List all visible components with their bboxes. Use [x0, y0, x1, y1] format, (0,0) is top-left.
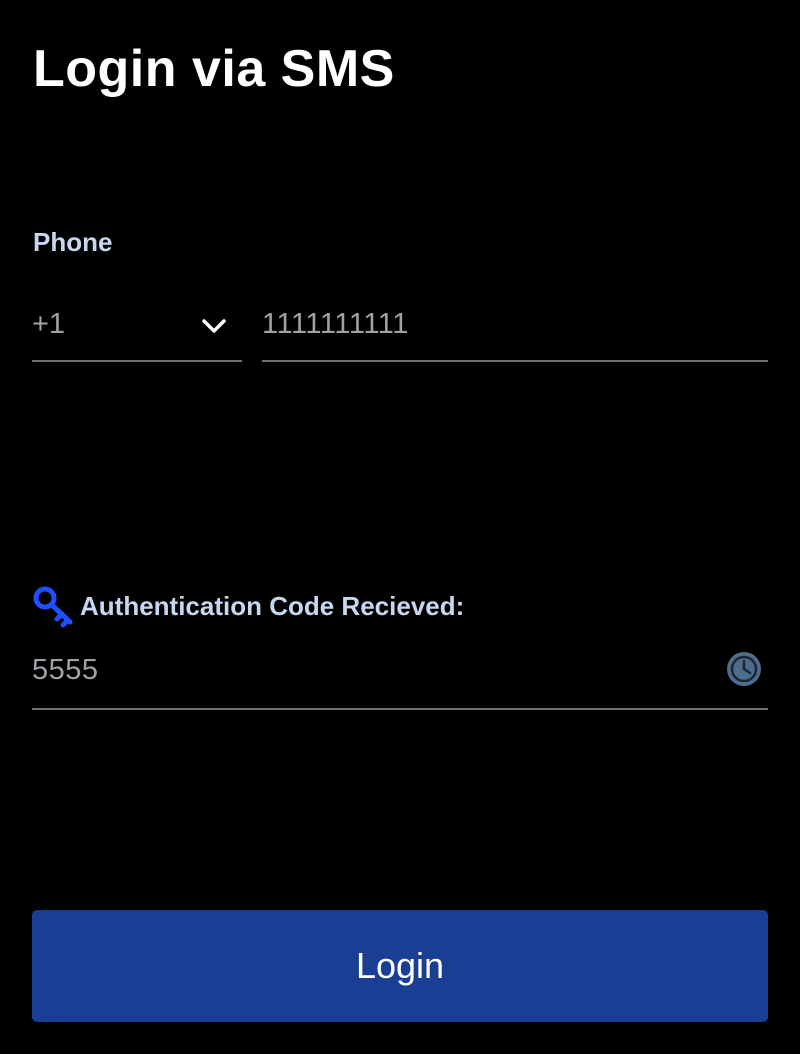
page-title: Login via SMS: [33, 40, 395, 98]
auth-code-input[interactable]: [32, 650, 692, 690]
clock-icon: [727, 652, 761, 686]
phone-number-field[interactable]: [262, 296, 768, 362]
phone-number-input[interactable]: [262, 304, 768, 344]
auth-code-field[interactable]: [32, 642, 768, 710]
login-button[interactable]: Login: [32, 910, 768, 1022]
auth-code-label: Authentication Code Recieved:: [80, 591, 465, 621]
country-code-value: +1: [32, 308, 66, 340]
chevron-down-icon: [202, 319, 226, 333]
auth-code-label-row: Authentication Code Recieved:: [32, 584, 464, 628]
country-code-select[interactable]: +1: [32, 296, 242, 362]
phone-label: Phone: [33, 227, 113, 257]
key-icon: [33, 586, 73, 628]
